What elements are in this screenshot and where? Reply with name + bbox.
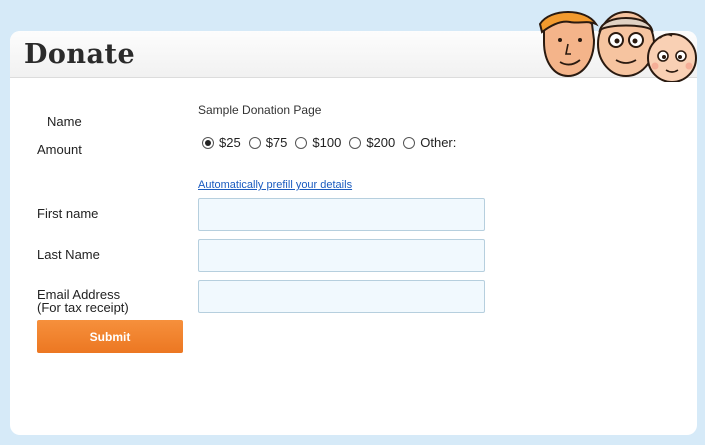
email-input[interactable] <box>198 280 485 313</box>
family-faces-illustration <box>538 11 697 82</box>
baby-face-icon <box>647 33 697 82</box>
first-name-input[interactable] <box>198 198 485 231</box>
amount-option-label: $100 <box>312 135 342 150</box>
dad-face-icon <box>538 11 599 78</box>
amount-option-label: Other: <box>420 135 457 150</box>
amount-option-75[interactable]: $75 <box>248 135 288 150</box>
last-name-input[interactable] <box>198 239 485 272</box>
donation-card: Donate Name Sample Donation Page Amount … <box>10 31 697 435</box>
radio-selected-icon[interactable] <box>202 136 214 149</box>
amount-option-25[interactable]: $25 <box>202 135 241 150</box>
amount-radio-group: $25 $75 $100 $200 Other: <box>202 135 464 150</box>
email-label: Email Address (For tax receipt) <box>37 288 129 314</box>
amount-option-label: $25 <box>219 135 241 150</box>
email-label-hint: (For tax receipt) <box>37 300 129 315</box>
radio-icon[interactable] <box>295 136 308 149</box>
amount-option-label: $75 <box>265 135 288 150</box>
name-label: Name <box>47 114 82 129</box>
last-name-label: Last Name <box>37 247 100 262</box>
submit-button[interactable]: Submit <box>37 320 183 353</box>
page-title: Donate <box>24 39 136 70</box>
amount-option-200[interactable]: $200 <box>349 135 395 150</box>
radio-icon[interactable] <box>403 136 416 149</box>
prefill-details-link[interactable]: Automatically prefill your details <box>198 179 352 191</box>
page-subtitle: Sample Donation Page <box>198 103 322 117</box>
amount-option-other[interactable]: Other: <box>403 135 456 150</box>
radio-icon[interactable] <box>349 136 362 149</box>
amount-option-label: $200 <box>366 135 396 150</box>
amount-option-100[interactable]: $100 <box>295 135 341 150</box>
first-name-label: First name <box>37 206 99 221</box>
amount-label: Amount <box>37 142 82 157</box>
radio-icon[interactable] <box>248 136 261 149</box>
grandpa-face-icon <box>597 11 655 77</box>
